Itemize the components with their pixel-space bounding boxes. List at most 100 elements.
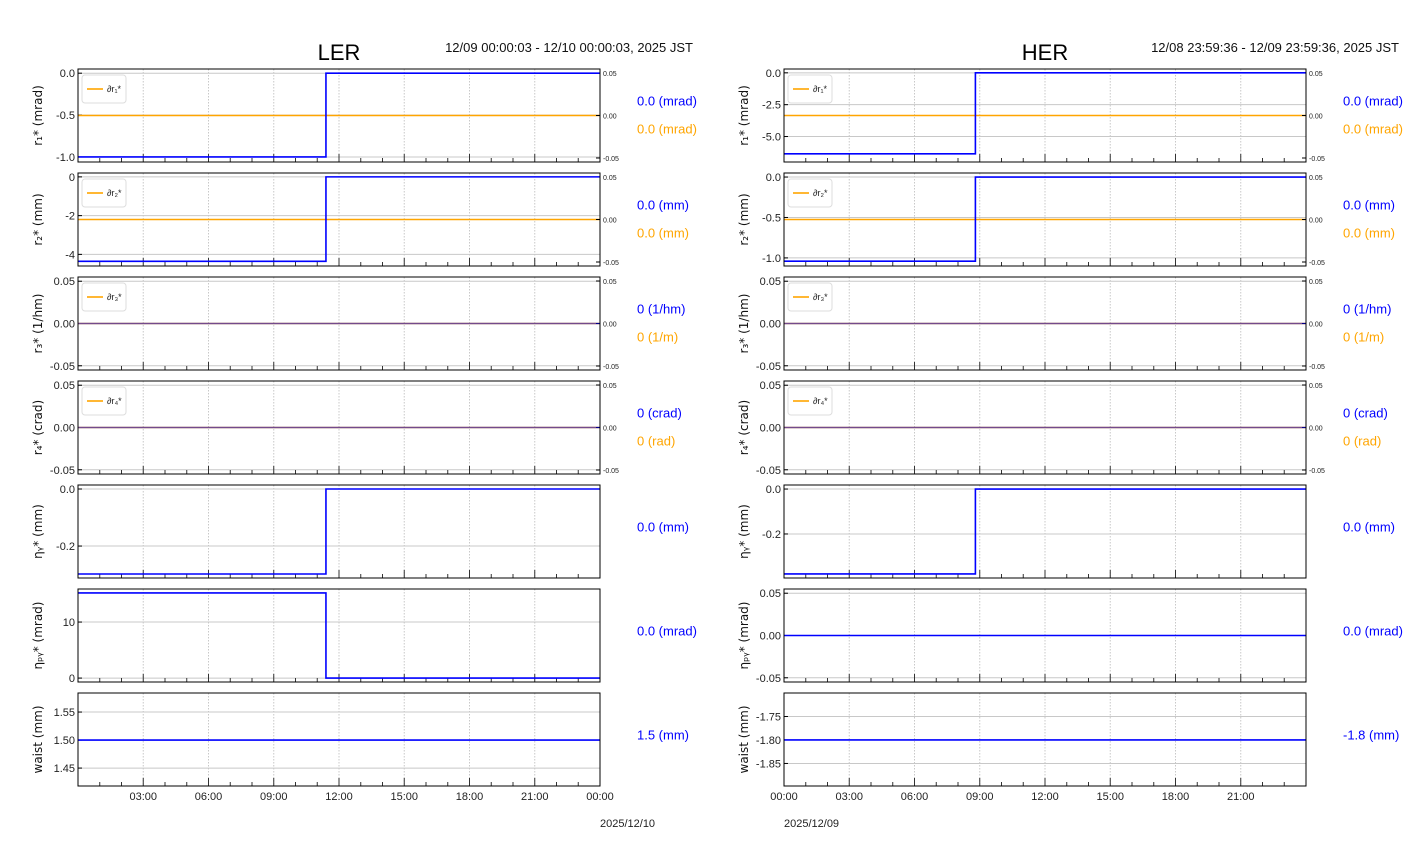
y-axis-label: r₄* (crad) (31, 400, 45, 455)
orange-value-label: 0 (rad) (637, 434, 675, 449)
panel-6: 10 0 ηₚᵧ* (mrad) 0.0 (mrad) (31, 588, 697, 685)
legend: ∂r₂* (81, 178, 127, 208)
orange-value-label: 0 (1/m) (1343, 330, 1384, 345)
y-tick-label: 0.0 (60, 68, 75, 80)
right-y-tick-label: -0.05 (603, 468, 619, 475)
legend-label: ∂r₃* (107, 292, 122, 302)
right-y-tick-label: 0.05 (1309, 71, 1323, 78)
y-axis-label: ηᵧ* (mm) (31, 504, 45, 559)
blue-value-label: 0 (crad) (1343, 406, 1388, 421)
blue-value-label: 0.0 (mm) (1343, 198, 1395, 213)
y-tick-label: 1.55 (54, 707, 75, 719)
panel-1: 0.0 -0.5 -1.0 0.05 0.00 -0.05 ∂r₁* r₁* (mrad) 0.… (31, 68, 697, 164)
time-range-label: 12/08 23:59:36 - 12/09 23:59:36, 2025 JS… (1151, 40, 1399, 55)
y-tick-label: 0.05 (760, 276, 781, 288)
y-tick-label: 0.0 (766, 172, 781, 184)
orange-value-label: 0.0 (mm) (637, 226, 689, 241)
her-chart: HER 12/08 23:59:36 - 12/09 23:59:36, 2025… (737, 40, 1403, 830)
legend-label: ∂r₂* (813, 188, 828, 198)
right-y-tick-label: 0.00 (1309, 426, 1323, 433)
y-tick-label: -0.05 (756, 465, 781, 477)
panel-7: 1.55 1.50 1.45 waist (mm) 1.5 (mm) (31, 692, 689, 787)
right-y-tick-label: 0.05 (1309, 175, 1323, 182)
orange-value-label: 0.0 (mm) (1343, 226, 1395, 241)
blue-value-label: 0.0 (mm) (1343, 520, 1395, 535)
right-y-tick-label: 0.05 (603, 279, 617, 286)
y-axis-label: ηᵧ* (mm) (737, 504, 751, 559)
x-tick-label: 00:00 (770, 791, 798, 803)
right-y-tick-label: 0.00 (603, 114, 617, 121)
right-y-tick-label: -0.05 (1309, 364, 1325, 371)
x-tick-label: 18:00 (456, 791, 484, 803)
date-label: 2025/12/10 (600, 818, 655, 830)
x-tick-label: 03:00 (129, 791, 157, 803)
y-tick-label: -0.05 (50, 361, 75, 373)
legend-label: ∂r₁* (107, 84, 121, 94)
y-tick-label: 10 (63, 617, 75, 629)
blue-value-label: 0.0 (mrad) (637, 624, 697, 639)
y-tick-label: 0 (69, 172, 75, 184)
panel-4: 0.05 0.00 -0.05 0.05 0.00 -0.05 ∂r₄* r₄* (crad)… (737, 380, 1388, 477)
chart-title: HER (1022, 40, 1068, 65)
x-tick-label: 15:00 (1096, 791, 1124, 803)
y-tick-label: -1.75 (756, 711, 781, 723)
legend: ∂r₁* (81, 74, 127, 104)
y-tick-label: -2 (65, 211, 75, 223)
y-axis-label: waist (mm) (737, 705, 751, 773)
y-tick-label: 0.05 (760, 588, 781, 600)
legend: ∂r₃* (787, 282, 833, 312)
y-tick-label: -0.05 (50, 465, 75, 477)
y-axis-label: r₂* (mm) (737, 193, 751, 245)
right-y-tick-label: 0.00 (603, 218, 617, 225)
y-tick-label: 0.00 (54, 319, 75, 331)
chart-title: LER (318, 40, 361, 65)
right-y-tick-label: 0.05 (1309, 383, 1323, 390)
y-tick-label: -4 (65, 249, 75, 261)
y-tick-label: 0.00 (760, 319, 781, 331)
y-axis-label: waist (mm) (31, 705, 45, 773)
ler-chart: LER 12/09 00:00:03 - 12/10 00:00:03, 2025… (31, 40, 697, 830)
y-tick-label: -1.85 (756, 758, 781, 770)
x-tick-label: 00:00 (586, 791, 614, 803)
panel-4: 0.05 0.00 -0.05 0.05 0.00 -0.05 ∂r₄* r₄* (crad)… (31, 380, 682, 477)
blue-value-label: -1.8 (mm) (1343, 728, 1399, 743)
legend: ∂r₁* (787, 74, 833, 104)
legend-label: ∂r₄* (107, 396, 122, 406)
blue-value-label: 0.0 (mrad) (1343, 624, 1403, 639)
panel-1: 0.0 -2.5 -5.0 0.05 0.00 -0.05 ∂r₁* r₁* (mrad) 0.… (737, 68, 1403, 163)
panel-3: 0.05 0.00 -0.05 0.05 0.00 -0.05 ∂r₃* r₃* (1/hm)… (31, 276, 685, 373)
blue-value-label: 1.5 (mm) (637, 728, 689, 743)
blue-value-label: 0.0 (mm) (637, 520, 689, 535)
orange-value-label: 0.0 (mrad) (1343, 122, 1403, 137)
y-tick-label: -1.0 (56, 152, 75, 164)
blue-value-label: 0 (1/hm) (1343, 302, 1391, 317)
orange-value-label: 0.0 (mrad) (637, 122, 697, 137)
panel-5: 0.0 -0.2 ηᵧ* (mm) 0.0 (mm) (737, 484, 1395, 579)
y-tick-label: -1.0 (762, 253, 781, 265)
panel-2: 0.0 -0.5 -1.0 0.05 0.00 -0.05 ∂r₂* r₂* (mm) 0.0 … (737, 172, 1395, 267)
y-axis-label: ηₚᵧ* (mrad) (737, 602, 751, 670)
x-tick-label: 21:00 (1227, 791, 1255, 803)
right-y-tick-label: 0.00 (603, 322, 617, 329)
legend-label: ∂r₁* (813, 84, 827, 94)
x-tick-label: 09:00 (260, 791, 288, 803)
legend: ∂r₄* (787, 386, 833, 416)
y-tick-label: 0.00 (760, 423, 781, 435)
x-tick-label: 12:00 (325, 791, 353, 803)
blue-value-label: 0.0 (mm) (637, 198, 689, 213)
y-tick-label: 0.05 (760, 380, 781, 392)
y-tick-label: -0.5 (762, 212, 781, 224)
x-tick-label: 06:00 (195, 791, 223, 803)
right-y-tick-label: 0.00 (1309, 322, 1323, 329)
right-y-tick-label: -0.05 (603, 156, 619, 163)
y-tick-label: 0.05 (54, 276, 75, 288)
y-tick-label: -0.05 (756, 673, 781, 685)
x-tick-label: 03:00 (835, 791, 863, 803)
y-axis-label: r₃* (1/hm) (31, 294, 45, 354)
legend-label: ∂r₃* (813, 292, 828, 302)
x-tick-label: 09:00 (966, 791, 994, 803)
panel-6: 0.05 0.00 -0.05 ηₚᵧ* (mrad) 0.0 (mrad) (737, 588, 1403, 685)
right-y-tick-label: -0.05 (1309, 260, 1325, 267)
y-tick-label: 0.00 (760, 631, 781, 643)
blue-value-label: 0 (crad) (637, 406, 682, 421)
